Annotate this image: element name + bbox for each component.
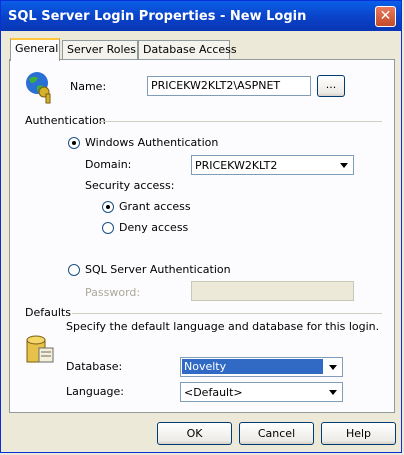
- language-label: Language:: [66, 385, 124, 398]
- tab-database-access[interactable]: Database Access: [138, 40, 237, 60]
- defaults-description: Specify the default language and databas…: [66, 320, 380, 333]
- chevron-down-icon[interactable]: [336, 157, 352, 173]
- help-button[interactable]: Help: [321, 422, 396, 445]
- deny-access-radio[interactable]: [102, 222, 114, 234]
- database-value: Novelty: [182, 359, 323, 374]
- password-label: Password:: [85, 286, 141, 299]
- window-title: SQL Server Login Properties - New Login: [8, 9, 307, 24]
- authentication-separator: [98, 121, 382, 122]
- database-select[interactable]: Novelty: [180, 357, 343, 377]
- password-field[interactable]: [191, 281, 354, 301]
- title-bar[interactable]: SQL Server Login Properties - New Login …: [1, 1, 401, 31]
- authentication-section-label: Authentication: [25, 114, 106, 127]
- language-value: <Default>: [184, 386, 243, 399]
- windows-auth-label[interactable]: Windows Authentication: [85, 136, 218, 149]
- defaults-separator: [72, 313, 382, 314]
- tab-server-roles[interactable]: Server Roles: [62, 40, 138, 60]
- domain-value: PRICEKW2KLT2: [195, 159, 278, 172]
- database-icon: [26, 335, 54, 363]
- sql-auth-radio[interactable]: [68, 264, 80, 276]
- globe-key-icon: [26, 72, 51, 104]
- name-field[interactable]: PRICEKW2KLT2\ASPNET: [147, 76, 311, 96]
- security-access-label: Security access:: [85, 179, 175, 192]
- name-label: Name:: [70, 80, 107, 93]
- chevron-down-icon[interactable]: [325, 384, 341, 400]
- domain-label: Domain:: [85, 158, 132, 171]
- deny-access-label[interactable]: Deny access: [119, 221, 188, 234]
- defaults-section-label: Defaults: [25, 306, 71, 319]
- grant-access-label[interactable]: Grant access: [119, 200, 191, 213]
- database-label: Database:: [66, 360, 123, 373]
- sql-auth-label[interactable]: SQL Server Authentication: [85, 263, 231, 276]
- windows-auth-radio[interactable]: [68, 137, 80, 149]
- browse-button[interactable]: ...: [317, 75, 345, 97]
- login-properties-dialog: SQL Server Login Properties - New Login …: [0, 0, 402, 453]
- general-panel: Name: PRICEKW2KLT2\ASPNET ... Authentica…: [9, 59, 395, 413]
- ok-button[interactable]: OK: [157, 422, 232, 445]
- tab-general[interactable]: General: [10, 38, 60, 61]
- close-button[interactable]: ✕: [375, 6, 396, 27]
- grant-access-radio[interactable]: [102, 201, 114, 213]
- chevron-down-icon[interactable]: [325, 359, 341, 375]
- language-select[interactable]: <Default>: [180, 382, 343, 402]
- cancel-button[interactable]: Cancel: [239, 422, 314, 445]
- domain-select[interactable]: PRICEKW2KLT2: [191, 155, 354, 175]
